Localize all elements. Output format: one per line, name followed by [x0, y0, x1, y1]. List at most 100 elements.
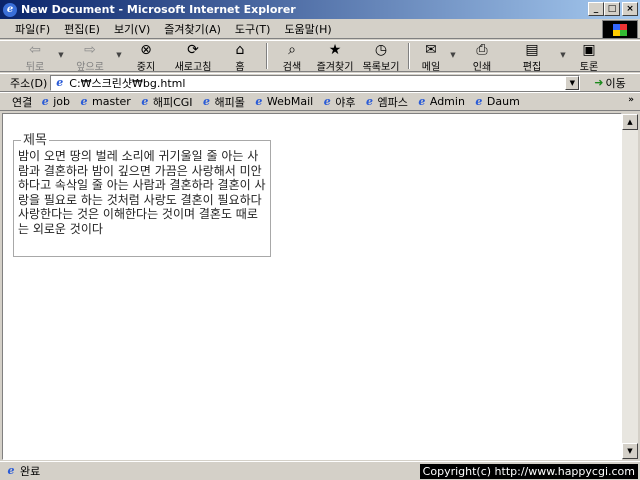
link-master[interactable]: e master	[78, 95, 131, 108]
window-controls: _ □ ×	[588, 2, 638, 16]
ie-status-icon: e	[7, 464, 15, 477]
address-input[interactable]: e C:₩스크린샷₩bg.html ▼	[50, 74, 581, 91]
home-label: 홈	[235, 62, 245, 73]
discuss-button[interactable]: ▣ 토론	[568, 41, 610, 73]
link-label: master	[92, 95, 131, 108]
go-label: 이동	[605, 76, 626, 90]
address-value: C:₩스크린샷₩bg.html	[69, 76, 186, 90]
discuss-icon: ▣	[582, 42, 596, 58]
menu-favorites[interactable]: 즐겨찾기(A)	[157, 21, 228, 37]
windows-logo-icon	[613, 23, 627, 36]
minimize-icon: _	[593, 3, 599, 14]
link-empas[interactable]: e 엠파스	[363, 94, 408, 110]
forward-arrow-icon: ⇨	[84, 42, 96, 58]
discuss-label: 토론	[579, 62, 599, 73]
toolbar-separator	[408, 43, 410, 69]
maximize-icon: □	[607, 3, 617, 14]
scroll-down-button[interactable]: ▼	[622, 443, 638, 459]
back-button[interactable]: ⇦ 뒤로	[14, 41, 56, 73]
favorites-button[interactable]: ★ 즐겨찾기	[312, 41, 358, 73]
ie-page-icon: e	[255, 94, 263, 108]
standard-toolbar: ⇦ 뒤로 ▼ ⇨ 앞으로 ▼ ⊗ 중지 ⟳ 새로고침 ⌂ 홈 ⌕ 검색 ★ 즐겨…	[0, 40, 640, 73]
edit-label: 편집	[522, 62, 542, 73]
link-happycgi[interactable]: e 해피CGI	[139, 94, 192, 110]
print-button[interactable]: ⎙ 인쇄	[458, 41, 506, 73]
link-happymall[interactable]: e 해피몰	[201, 94, 245, 110]
history-label: 목록보기	[362, 62, 400, 73]
link-admin[interactable]: e Admin	[416, 95, 465, 108]
ie-page-icon: e	[80, 94, 88, 108]
scroll-up-button[interactable]: ▲	[622, 114, 638, 130]
menu-view[interactable]: 보기(V)	[107, 21, 157, 37]
mail-label: 메일	[421, 62, 441, 73]
close-icon: ×	[626, 3, 634, 14]
back-dropdown[interactable]: ▼	[56, 41, 66, 59]
browser-window: e New Document - Microsoft Internet Expl…	[0, 0, 640, 480]
forward-button[interactable]: ⇨ 앞으로	[66, 41, 114, 73]
links-more-chevron-icon[interactable]: »	[628, 95, 634, 105]
body-text: 밤이 오면 땅의 벌레 소리에 귀기울일 줄 아는 사람과 결혼하라 밤이 깊으…	[18, 149, 266, 236]
address-label: 주소(D)	[10, 76, 48, 90]
refresh-button[interactable]: ⟳ 새로고침	[168, 41, 218, 73]
search-button[interactable]: ⌕ 검색	[272, 41, 312, 73]
link-label: Admin	[429, 95, 465, 108]
link-yahoo[interactable]: e 야후	[321, 94, 356, 110]
ie-page-icon: e	[323, 94, 331, 108]
maximize-button[interactable]: □	[604, 2, 620, 16]
history-icon: ◷	[374, 42, 388, 58]
menu-file[interactable]: 파일(F)	[8, 21, 57, 37]
refresh-label: 새로고침	[174, 62, 212, 73]
mail-button[interactable]: ✉ 메일	[414, 41, 448, 73]
home-icon: ⌂	[235, 42, 245, 58]
minimize-button[interactable]: _	[588, 2, 604, 16]
fieldset-legend: 제목	[21, 133, 49, 148]
status-text: 완료	[20, 465, 41, 478]
history-button[interactable]: ◷ 목록보기	[358, 41, 404, 73]
link-webmail[interactable]: e WebMail	[253, 95, 313, 108]
scroll-down-arrow-icon: ▼	[627, 447, 633, 455]
stop-button[interactable]: ⊗ 중지	[124, 41, 168, 73]
ie-page-icon: e	[418, 94, 426, 108]
close-button[interactable]: ×	[622, 2, 638, 16]
link-daum[interactable]: e Daum	[473, 94, 520, 108]
menu-help[interactable]: 도움말(H)	[277, 21, 338, 37]
home-button[interactable]: ⌂ 홈	[218, 41, 262, 73]
stop-icon: ⊗	[140, 42, 152, 58]
favorites-label: 즐겨찾기	[316, 62, 354, 73]
forward-dropdown[interactable]: ▼	[114, 41, 124, 59]
link-label: WebMail	[266, 95, 314, 108]
print-label: 인쇄	[472, 62, 492, 73]
address-dropdown-button[interactable]: ▼	[565, 75, 580, 90]
vertical-scrollbar[interactable]: ▲ ▼	[622, 114, 638, 459]
mail-dropdown[interactable]: ▼	[448, 41, 458, 59]
scroll-up-arrow-icon: ▲	[627, 118, 633, 126]
link-job[interactable]: e job	[39, 95, 70, 108]
copyright-notice: Copyright(c) http://www.happycgi.com	[419, 464, 638, 479]
link-label: Daum	[486, 95, 520, 108]
links-bar: 연결 e job e master e 해피CGI e 해피몰 e WebMai…	[0, 92, 640, 111]
back-label: 뒤로	[25, 62, 45, 73]
search-label: 검색	[282, 62, 302, 73]
window-title: New Document - Microsoft Internet Explor…	[21, 3, 296, 16]
page-content: 제목 밤이 오면 땅의 벌레 소리에 귀기울일 줄 아는 사람과 결혼하라 밤이…	[2, 113, 622, 460]
go-button[interactable]: ➜ 이동	[594, 75, 625, 91]
forward-label: 앞으로	[76, 62, 104, 73]
stop-label: 중지	[136, 62, 156, 73]
links-label: 연결	[12, 95, 33, 109]
fieldset-box: 제목 밤이 오면 땅의 벌레 소리에 귀기울일 줄 아는 사람과 결혼하라 밤이…	[13, 133, 271, 257]
edit-dropdown[interactable]: ▼	[558, 41, 568, 59]
title-bar[interactable]: e New Document - Microsoft Internet Expl…	[0, 0, 640, 19]
menu-edit[interactable]: 편집(E)	[57, 21, 107, 37]
ie-page-icon: e	[475, 94, 483, 108]
toolbar-separator	[266, 43, 268, 69]
refresh-icon: ⟳	[187, 42, 199, 58]
menu-tools[interactable]: 도구(T)	[228, 21, 278, 37]
ie-page-icon: e	[365, 94, 373, 108]
ie-page-icon: e	[41, 94, 49, 108]
go-arrow-icon: ➜	[594, 76, 604, 89]
printer-icon: ⎙	[476, 42, 488, 58]
page-icon: e	[56, 76, 64, 89]
edit-button[interactable]: ▤ 편집	[506, 41, 558, 73]
menu-bar: 파일(F) 편집(E) 보기(V) 즐겨찾기(A) 도구(T) 도움말(H)	[0, 19, 640, 39]
favorites-folder-icon: ★	[328, 42, 342, 58]
